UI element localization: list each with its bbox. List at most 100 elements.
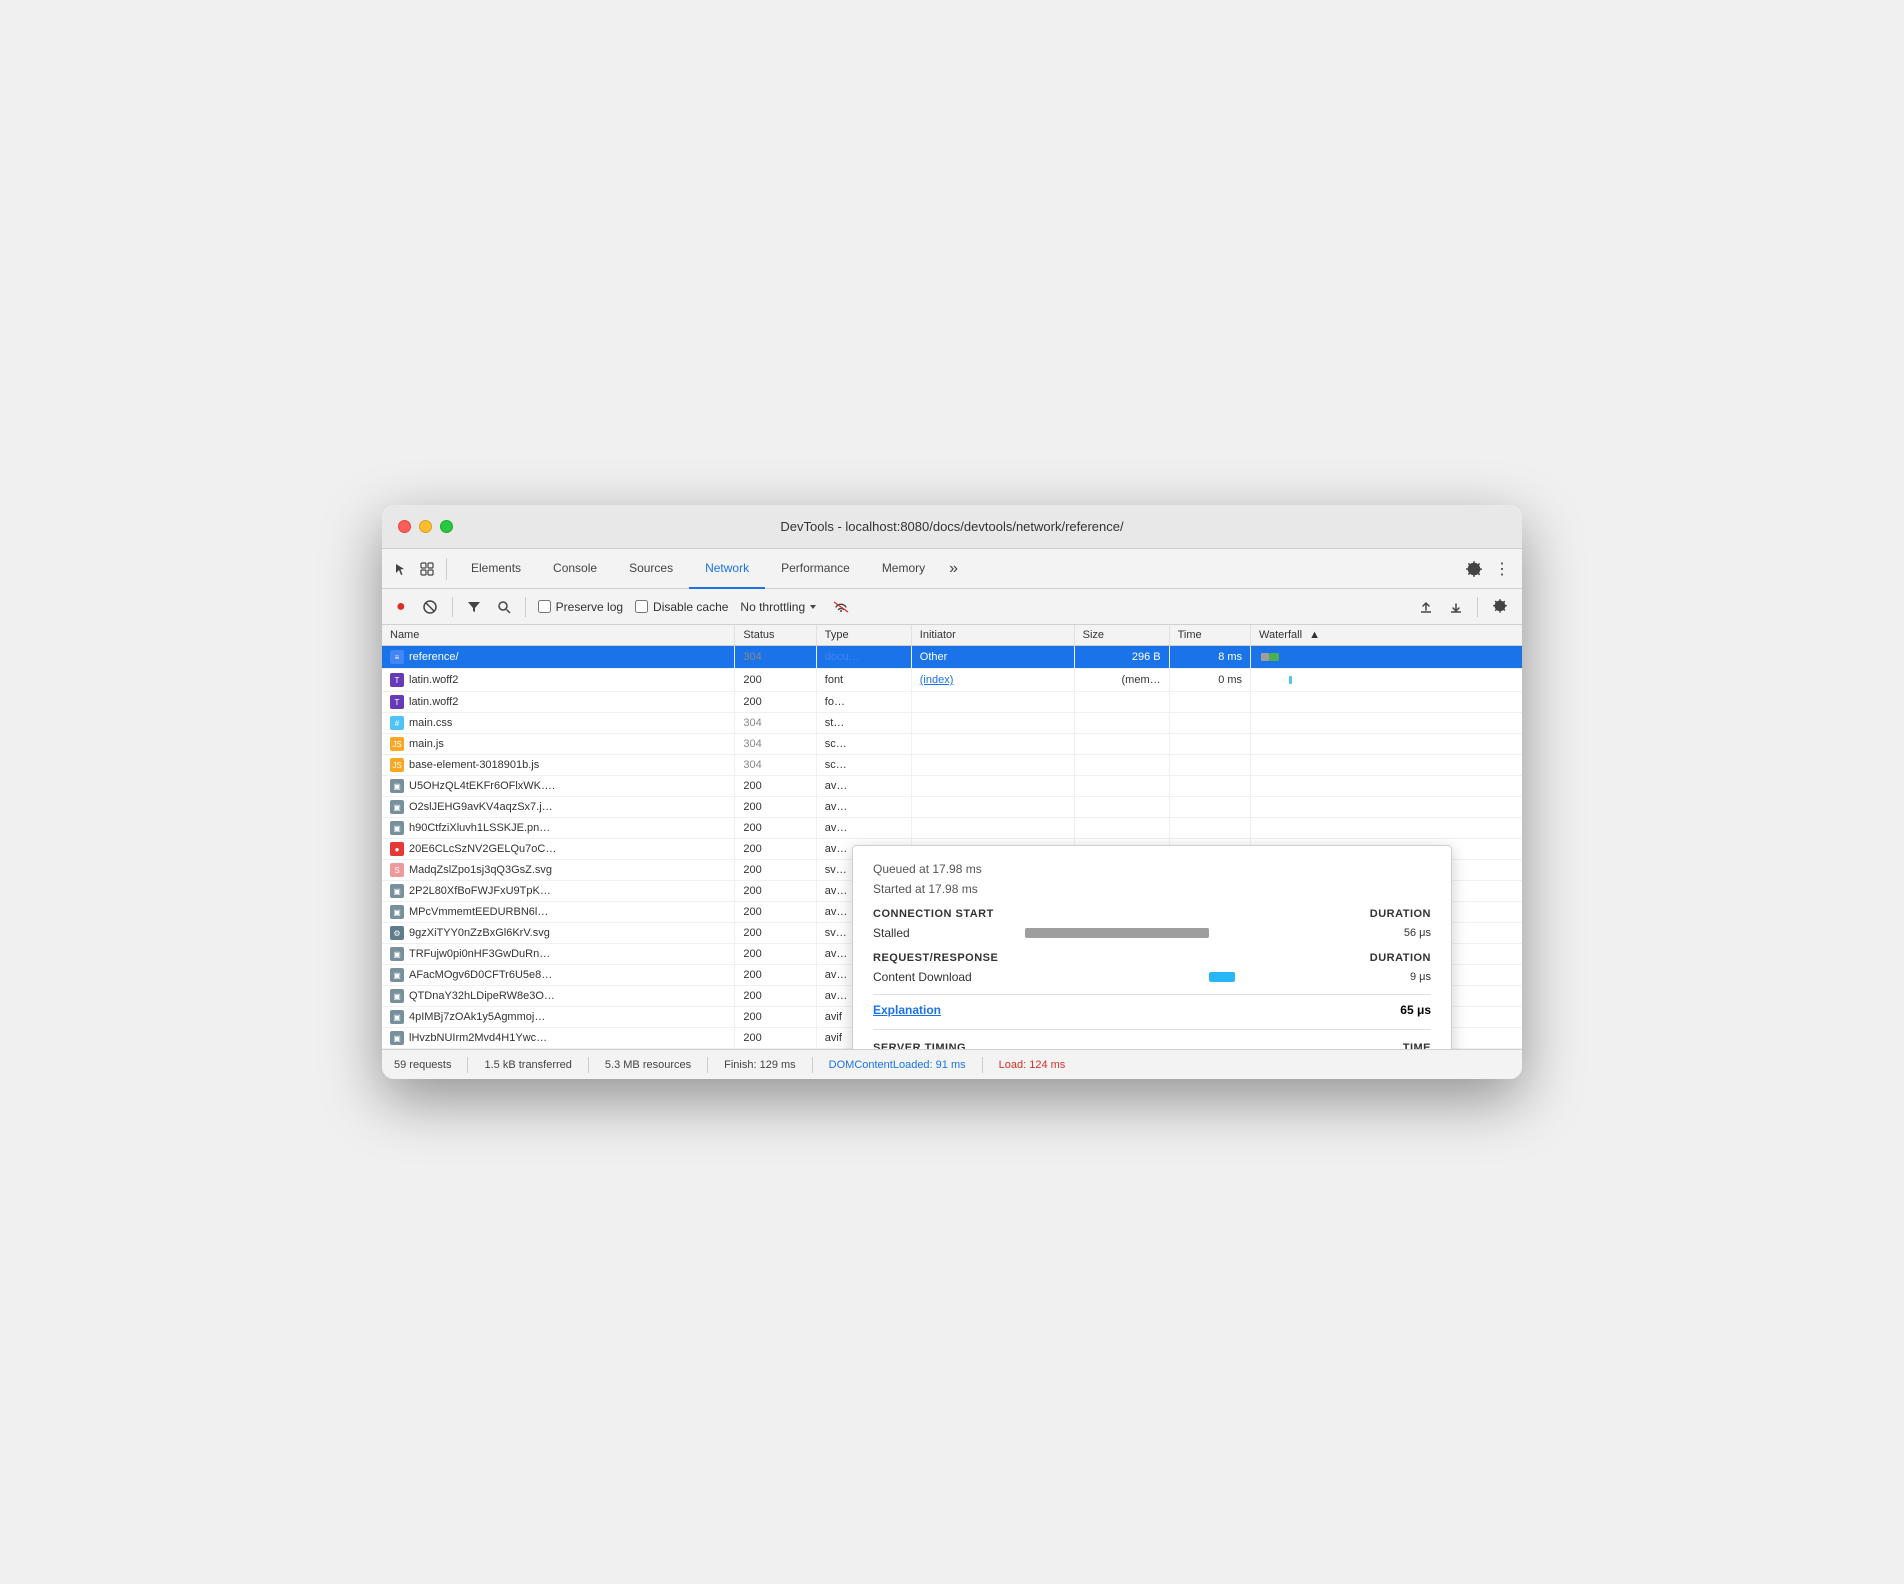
cell-size	[1074, 755, 1169, 776]
col-status[interactable]: Status	[735, 625, 816, 646]
tab-network[interactable]: Network	[689, 549, 765, 589]
throttle-select[interactable]: No throttling	[736, 598, 822, 616]
cell-time	[1169, 713, 1250, 734]
cell-type: sc…	[816, 734, 911, 755]
duration-label-1: DURATION	[1370, 908, 1431, 920]
table-row[interactable]: T latin.woff2 200font(index)(mem…0 ms	[382, 669, 1522, 692]
cell-type: av…	[816, 776, 911, 797]
wifi-icon[interactable]	[826, 597, 856, 617]
cell-name: JS base-element-3018901b.js	[382, 755, 735, 776]
content-download-bar	[1209, 972, 1236, 982]
explanation-link[interactable]: Explanation	[873, 1003, 941, 1017]
stalled-label: Stalled	[873, 926, 1013, 940]
cell-name: ▣ QTDnaY32hLDipeRW8e3O…	[382, 986, 735, 1007]
cell-waterfall	[1251, 755, 1522, 776]
requests-count: 59 requests	[394, 1059, 451, 1071]
stalled-row: Stalled 56 μs	[873, 926, 1431, 940]
cell-waterfall	[1251, 818, 1522, 839]
col-time[interactable]: Time	[1169, 625, 1250, 646]
disable-cache-checkbox[interactable]: Disable cache	[635, 600, 728, 614]
more-options-icon[interactable]: ⋮	[1490, 555, 1514, 583]
toolbar-divider-2	[525, 597, 526, 617]
download-icon[interactable]	[1443, 597, 1469, 617]
cell-status: 200	[735, 923, 816, 944]
cell-time: 8 ms	[1169, 646, 1250, 669]
cell-waterfall	[1251, 692, 1522, 713]
network-toolbar: ● Preserve log Disable cache No throttli…	[382, 589, 1522, 625]
timing-divider	[873, 1029, 1431, 1030]
cell-initiator	[911, 818, 1074, 839]
preserve-log-checkbox[interactable]: Preserve log	[538, 600, 623, 614]
col-initiator[interactable]: Initiator	[911, 625, 1074, 646]
col-name[interactable]: Name	[382, 625, 735, 646]
cell-size	[1074, 692, 1169, 713]
cell-name: ▣ h90CtfziXluvh1LSSKJE.pn…	[382, 818, 735, 839]
cell-status: 304	[735, 755, 816, 776]
transferred-size: 1.5 kB transferred	[484, 1059, 571, 1071]
search-button[interactable]	[491, 597, 517, 617]
col-size[interactable]: Size	[1074, 625, 1169, 646]
cell-name: ● 20E6CLcSzNV2GELQu7oC…	[382, 839, 735, 860]
cell-initiator: (index)	[911, 669, 1074, 692]
cell-initiator	[911, 734, 1074, 755]
cell-status: 200	[735, 965, 816, 986]
clear-button[interactable]	[416, 596, 444, 618]
close-button[interactable]	[398, 520, 411, 533]
cell-name: ≡ reference/	[382, 646, 735, 669]
table-row[interactable]: # main.css 304st…	[382, 713, 1522, 734]
minimize-button[interactable]	[419, 520, 432, 533]
cell-status: 200	[735, 818, 816, 839]
cell-waterfall	[1251, 797, 1522, 818]
cell-size	[1074, 797, 1169, 818]
tab-elements[interactable]: Elements	[455, 549, 537, 589]
col-waterfall[interactable]: Waterfall ▲	[1251, 625, 1522, 646]
resources-size: 5.3 MB resources	[605, 1059, 691, 1071]
server-timing-header: Server Timing TIME	[873, 1042, 1431, 1049]
traffic-lights	[398, 520, 453, 533]
tab-more[interactable]: »	[941, 549, 966, 589]
upload-icon[interactable]	[1413, 597, 1439, 617]
cell-name: ⚙ 9gzXiTYY0nZzBxGl6KrV.svg	[382, 923, 735, 944]
devtools-tab-icons	[390, 558, 447, 580]
table-row[interactable]: JS main.js 304sc…	[382, 734, 1522, 755]
cell-name: T latin.woff2	[382, 669, 735, 692]
content-download-row: Content Download 9 μs	[873, 970, 1431, 984]
tab-sources[interactable]: Sources	[613, 549, 689, 589]
tab-performance[interactable]: Performance	[765, 549, 866, 589]
cell-name: ▣ TRFujw0pi0nHF3GwDuRn…	[382, 944, 735, 965]
cell-size	[1074, 713, 1169, 734]
col-type[interactable]: Type	[816, 625, 911, 646]
tab-memory[interactable]: Memory	[866, 549, 941, 589]
cell-status: 200	[735, 902, 816, 923]
maximize-button[interactable]	[440, 520, 453, 533]
stalled-bar-area	[1025, 927, 1359, 939]
table-row[interactable]: JS base-element-3018901b.js 304sc…	[382, 755, 1522, 776]
table-row[interactable]: ▣ U5OHzQL4tEKFr6OFlxWK…. 200av…	[382, 776, 1522, 797]
cell-time	[1169, 734, 1250, 755]
cell-initiator	[911, 755, 1074, 776]
status-divider-3	[707, 1057, 708, 1073]
table-row[interactable]: ▣ O2slJEHG9avKV4aqzSx7.j… 200av…	[382, 797, 1522, 818]
load-time: Load: 124 ms	[999, 1059, 1066, 1071]
table-row[interactable]: T latin.woff2 200fo…	[382, 692, 1522, 713]
filter-button[interactable]	[461, 597, 487, 617]
table-header-row: Name Status Type Initiator Size Time Wat…	[382, 625, 1522, 646]
record-button[interactable]: ●	[390, 595, 412, 619]
cell-status: 200	[735, 986, 816, 1007]
tab-console[interactable]: Console	[537, 549, 613, 589]
settings-icon[interactable]	[1462, 555, 1486, 583]
cell-status: 200	[735, 776, 816, 797]
table-row[interactable]: ≡ reference/ 304docu…Other296 B8 ms	[382, 646, 1522, 669]
cell-type: av…	[816, 797, 911, 818]
table-row[interactable]: ▣ h90CtfziXluvh1LSSKJE.pn… 200av…	[382, 818, 1522, 839]
cursor-icon[interactable]	[390, 558, 412, 580]
cell-initiator: Other	[911, 646, 1074, 669]
cell-type: av…	[816, 818, 911, 839]
inspect-icon[interactable]	[416, 558, 438, 580]
cell-size	[1074, 818, 1169, 839]
cell-time: 0 ms	[1169, 669, 1250, 692]
network-settings-icon[interactable]	[1486, 596, 1514, 618]
cell-status: 304	[735, 734, 816, 755]
duration-label-2: DURATION	[1370, 952, 1431, 964]
queued-at-row: Queued at 17.98 ms	[873, 862, 1431, 876]
